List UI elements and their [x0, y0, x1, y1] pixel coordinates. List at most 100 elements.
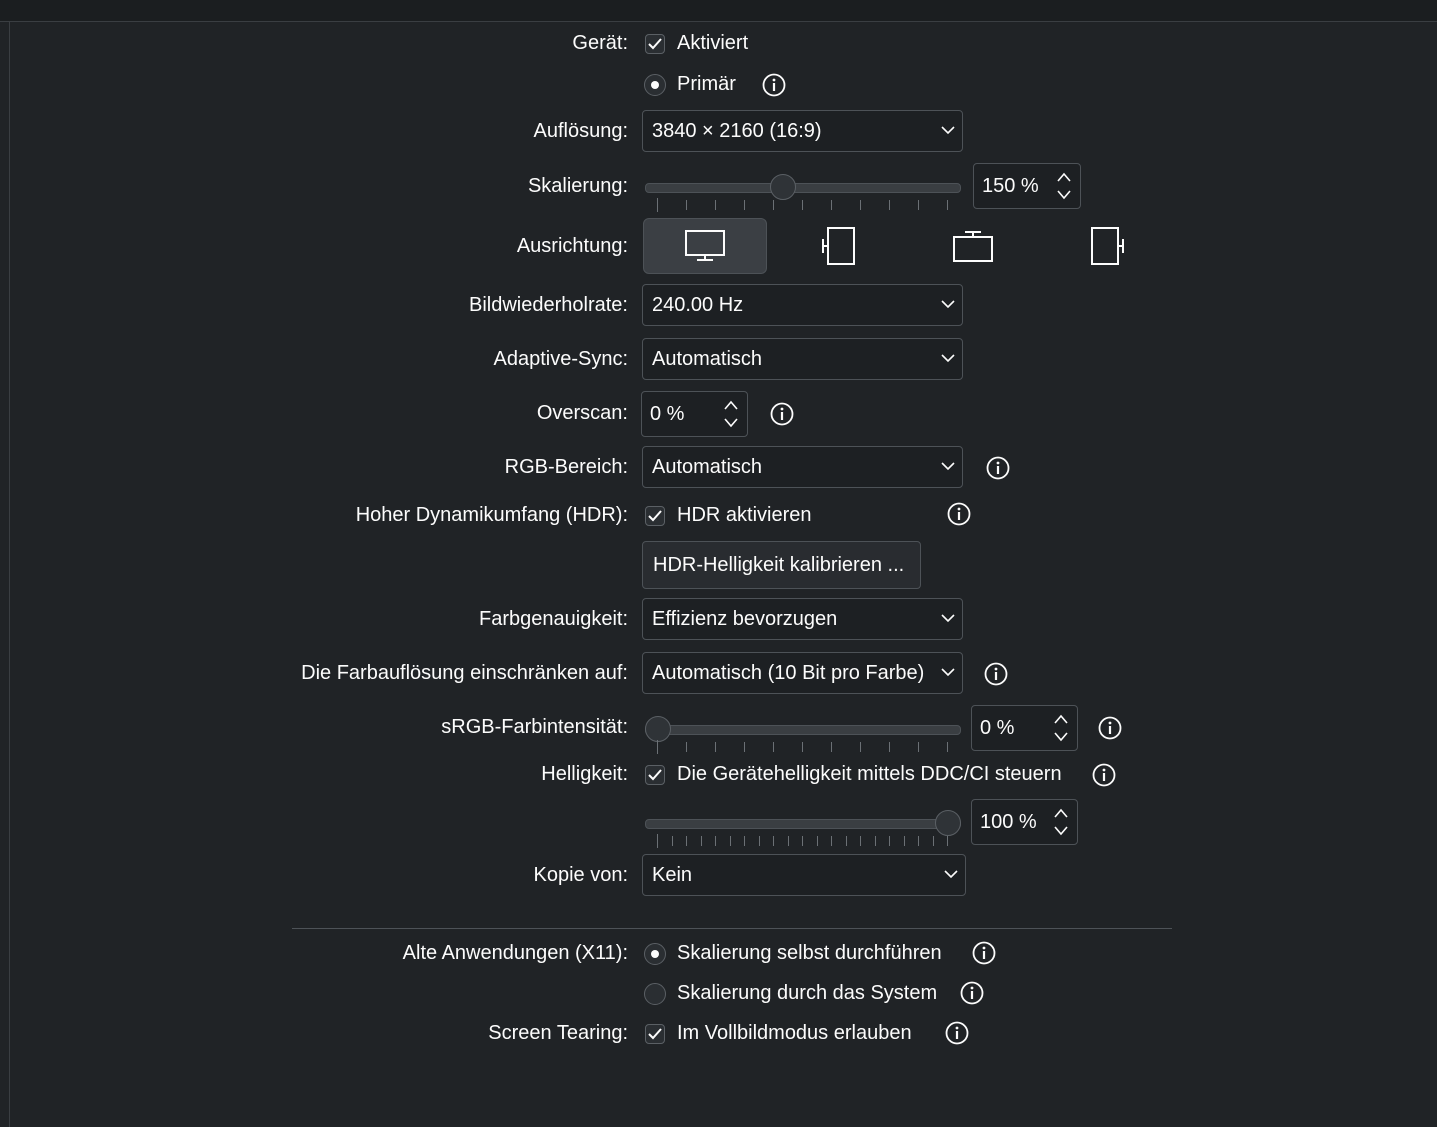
tearing-label[interactable]: Im Vollbildmodus erlauben: [677, 1022, 912, 1045]
label-srgb: sRGB-Farbintensität:: [441, 716, 628, 738]
orientation-landscape-flipped-button[interactable]: [911, 218, 1035, 274]
label-color-depth: Die Farbauflösung einschränken auf:: [301, 662, 628, 684]
slider-tick: [671, 836, 673, 846]
spin-arrows-icon[interactable]: [1053, 807, 1069, 837]
checkmark-icon: [648, 510, 662, 522]
legacy-option-2-label[interactable]: Skalierung durch das System: [677, 982, 937, 1005]
srgb-spinbox[interactable]: 0 %: [971, 705, 1078, 751]
enabled-label[interactable]: Aktiviert: [677, 32, 748, 55]
radio-dot: [651, 81, 659, 89]
slider-tick: [686, 836, 687, 846]
label-orientation: Ausrichtung:: [516, 235, 628, 257]
legacy-scale-self-radio[interactable]: [644, 943, 666, 965]
resolution-value: 3840 × 2160 (16:9): [652, 120, 822, 142]
slider-tick: [744, 742, 745, 752]
spin-arrows-icon[interactable]: [1053, 713, 1069, 743]
slider-tick: [932, 836, 934, 846]
overscan-spinbox[interactable]: 0 %: [641, 391, 748, 437]
chevron-down-icon: [941, 614, 955, 623]
slider-tick: [918, 742, 919, 752]
slider-tick: [860, 742, 861, 752]
window-top-bar: [0, 0, 1437, 22]
label-refresh: Bildwiederholrate:: [469, 294, 628, 316]
slider-tick: [657, 740, 658, 754]
label-resolution: Auflösung:: [533, 120, 628, 142]
landscape-icon: [685, 230, 725, 261]
brightness-slider[interactable]: [645, 810, 961, 852]
slider-tick: [773, 742, 774, 752]
slider-handle[interactable]: [935, 810, 961, 836]
srgb-slider[interactable]: [645, 716, 961, 758]
slider-groove: [645, 819, 961, 829]
label-copy-of: Kopie von:: [533, 864, 628, 886]
portrait-left-icon: [822, 227, 855, 265]
resolution-combobox[interactable]: 3840 × 2160 (16:9): [642, 110, 963, 152]
label-device: Gerät:: [572, 32, 628, 54]
ddc-label[interactable]: Die Gerätehelligkeit mittels DDC/CI steu…: [677, 763, 1062, 786]
info-icon[interactable]: [984, 662, 1008, 686]
primary-radio[interactable]: [644, 74, 666, 96]
info-icon[interactable]: [972, 941, 996, 965]
scaling-value: 150 %: [982, 175, 1039, 197]
info-icon[interactable]: [986, 456, 1010, 480]
rgb-range-combobox[interactable]: Automatisch: [642, 446, 963, 488]
checkmark-icon: [648, 1028, 662, 1040]
checkmark-icon: [648, 38, 662, 50]
slider-tick: [903, 836, 905, 846]
label-brightness: Helligkeit:: [541, 763, 628, 785]
slider-tick: [874, 836, 876, 846]
hdr-checkbox[interactable]: [645, 506, 665, 526]
chevron-down-icon: [941, 668, 955, 677]
label-legacy: Alte Anwendungen (X11):: [402, 942, 628, 964]
slider-tick: [947, 742, 948, 752]
slider-tick: [831, 742, 832, 752]
color-accuracy-combobox[interactable]: Effizienz bevorzugen: [642, 598, 963, 640]
chevron-down-icon: [941, 354, 955, 363]
label-hdr: Hoher Dynamikumfang (HDR):: [355, 504, 628, 526]
color-accuracy-value: Effizienz bevorzugen: [652, 608, 838, 630]
ddc-checkbox[interactable]: [645, 765, 665, 785]
copy-of-combobox[interactable]: Kein: [642, 854, 966, 896]
info-icon[interactable]: [1092, 763, 1116, 787]
legacy-scale-system-radio[interactable]: [644, 983, 666, 1005]
brightness-spinbox[interactable]: 100 %: [971, 799, 1078, 845]
section-separator: [292, 928, 1172, 929]
slider-tick: [744, 200, 745, 210]
slider-tick: [947, 836, 948, 846]
srgb-value: 0 %: [980, 717, 1015, 739]
adaptive-sync-combobox[interactable]: Automatisch: [642, 338, 963, 380]
orientation-portrait-right-button[interactable]: [1045, 218, 1169, 274]
slider-handle[interactable]: [769, 174, 796, 200]
primary-label[interactable]: Primär: [677, 73, 736, 96]
spin-arrows-icon[interactable]: [723, 399, 739, 429]
slider-tick: [802, 200, 803, 210]
label-overscan: Overscan:: [536, 402, 628, 424]
color-depth-value: Automatisch (10 Bit pro Farbe): [652, 662, 925, 684]
info-icon[interactable]: [960, 981, 984, 1005]
refresh-rate-combobox[interactable]: 240.00 Hz: [642, 284, 963, 326]
slider-tick: [918, 836, 919, 846]
spin-arrows-icon[interactable]: [1056, 171, 1072, 201]
info-icon[interactable]: [945, 1021, 969, 1045]
tearing-checkbox[interactable]: [645, 1024, 665, 1044]
hdr-enable-label[interactable]: HDR aktivieren: [677, 504, 811, 527]
label-rgb-range: RGB-Bereich:: [504, 456, 628, 478]
info-icon[interactable]: [947, 502, 971, 526]
slider-tick: [947, 200, 948, 210]
info-icon[interactable]: [1098, 716, 1122, 740]
color-depth-combobox[interactable]: Automatisch (10 Bit pro Farbe): [642, 652, 963, 694]
hdr-calibrate-button[interactable]: HDR-Helligkeit kalibrieren ...: [642, 541, 921, 589]
scaling-spinbox[interactable]: 150 %: [973, 163, 1081, 209]
slider-tick: [831, 836, 832, 846]
copy-of-value: Kein: [652, 864, 693, 886]
info-icon[interactable]: [762, 73, 786, 97]
orientation-portrait-left-button[interactable]: [777, 218, 901, 274]
legacy-option-1-label[interactable]: Skalierung selbst durchführen: [677, 942, 942, 965]
enabled-checkbox[interactable]: [645, 34, 665, 54]
info-icon[interactable]: [770, 402, 794, 426]
label-scaling: Skalierung:: [527, 175, 628, 197]
slider-tick: [773, 836, 774, 846]
orientation-landscape-button[interactable]: [643, 218, 767, 274]
scaling-slider[interactable]: [645, 174, 961, 216]
slider-handle[interactable]: [645, 716, 671, 742]
